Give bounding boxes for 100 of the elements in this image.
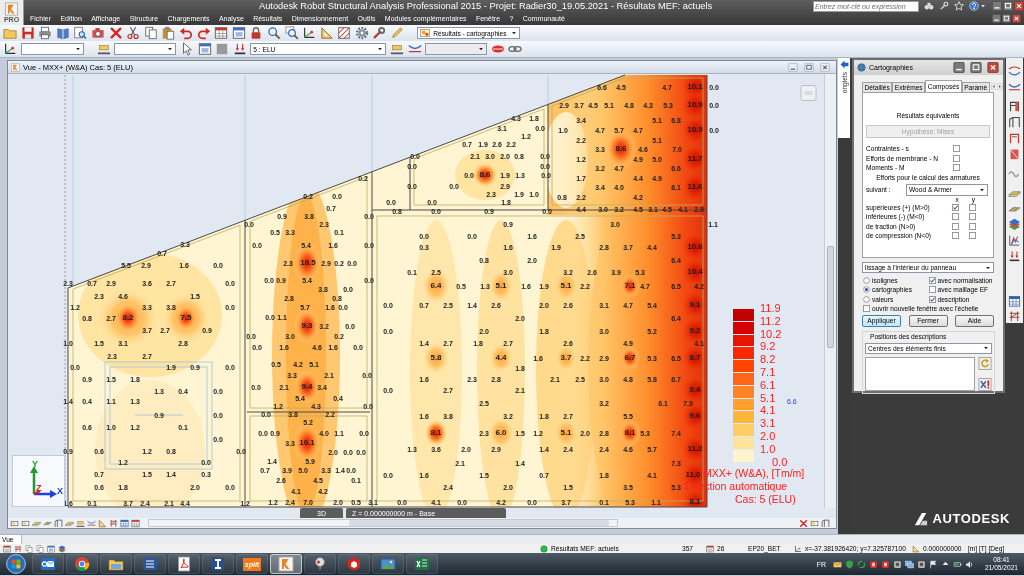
rectangle-icon[interactable] xyxy=(810,518,819,528)
taskbar-button[interactable] xyxy=(202,554,234,574)
taskbar-button[interactable] xyxy=(66,554,98,574)
checkbox[interactable] xyxy=(952,213,959,221)
mail-app-icon[interactable] xyxy=(40,556,56,572)
copy-icon[interactable] xyxy=(36,544,44,553)
copy-icon[interactable] xyxy=(143,26,158,40)
table-icon[interactable] xyxy=(120,518,129,528)
envelope-icon[interactable] xyxy=(833,559,842,569)
caret-icon[interactable] xyxy=(979,186,985,193)
taskbar-button[interactable] xyxy=(338,554,370,574)
save-icon[interactable] xyxy=(20,26,35,40)
app-tile-icon[interactable] xyxy=(881,559,890,569)
taskbar-button[interactable] xyxy=(134,554,166,574)
minimize-icon[interactable] xyxy=(951,62,967,73)
deflected-beam-icon[interactable] xyxy=(1008,65,1021,78)
caret-icon[interactable] xyxy=(478,46,485,52)
globe-icon[interactable] xyxy=(857,63,866,72)
folder-icon[interactable] xyxy=(108,556,124,572)
panel-icon[interactable] xyxy=(1008,147,1021,161)
printer-icon[interactable] xyxy=(38,26,53,40)
table-icon[interactable] xyxy=(214,26,229,40)
camera-icon[interactable] xyxy=(90,26,105,40)
arrow-icon[interactable] xyxy=(839,60,849,69)
radio-button[interactable] xyxy=(863,286,870,294)
taskbar-button[interactable] xyxy=(304,554,336,574)
window-icon[interactable] xyxy=(47,544,55,553)
caret-icon[interactable] xyxy=(511,30,518,36)
triangle-ruler-icon[interactable] xyxy=(319,26,334,40)
document-icon[interactable] xyxy=(142,556,158,572)
maximize-icon[interactable] xyxy=(968,62,984,73)
maximize-icon[interactable] xyxy=(1002,14,1011,23)
key-icon[interactable] xyxy=(372,26,387,40)
close-icon[interactable] xyxy=(1014,1,1024,11)
beam-icon[interactable] xyxy=(76,518,85,528)
caret-icon[interactable] xyxy=(74,46,81,52)
line-chart-icon[interactable] xyxy=(1008,234,1021,247)
dropdown-field[interactable] xyxy=(425,43,488,55)
cross-icon[interactable] xyxy=(108,26,123,40)
layers-icon[interactable] xyxy=(1008,218,1021,232)
beam-icon[interactable] xyxy=(96,42,111,56)
battery-icon[interactable] xyxy=(953,559,962,569)
logo-icon[interactable] xyxy=(914,511,929,526)
cross-icon[interactable] xyxy=(799,518,808,528)
taskbar-button[interactable] xyxy=(168,554,200,574)
shield-icon[interactable] xyxy=(845,559,854,569)
start-icon[interactable] xyxy=(6,554,26,574)
vertical-scrollbar[interactable] xyxy=(824,74,836,508)
contour-map-icon[interactable] xyxy=(420,28,431,38)
checkbox[interactable] xyxy=(952,203,959,211)
checkbox[interactable] xyxy=(928,286,936,294)
redo-icon[interactable] xyxy=(196,26,211,40)
radio-button[interactable] xyxy=(863,295,870,303)
copy-icon[interactable] xyxy=(25,544,33,553)
checkbox[interactable] xyxy=(953,154,960,162)
checkbox[interactable] xyxy=(969,222,976,230)
pin-icon[interactable] xyxy=(312,556,328,572)
window-icon[interactable] xyxy=(231,26,246,40)
checkbox[interactable] xyxy=(953,145,960,153)
app-tile-icon[interactable] xyxy=(869,559,878,569)
gear-icon[interactable] xyxy=(354,26,369,40)
load-arrows-icon[interactable] xyxy=(232,42,247,56)
flag-icon[interactable] xyxy=(929,559,938,569)
caret-icon[interactable] xyxy=(980,3,986,9)
zoom-window-icon[interactable] xyxy=(284,26,299,40)
dropdown-field[interactable] xyxy=(114,43,177,55)
app-logo-icon[interactable] xyxy=(278,556,294,572)
frame-icon[interactable] xyxy=(1008,116,1021,129)
table-icon[interactable] xyxy=(3,544,11,553)
minimize-icon[interactable] xyxy=(992,1,1002,11)
checkbox[interactable] xyxy=(928,276,936,284)
maximize-icon[interactable] xyxy=(1003,1,1013,11)
checkbox[interactable] xyxy=(952,222,959,230)
i-beam-icon[interactable] xyxy=(210,556,226,572)
undo-icon[interactable] xyxy=(178,26,193,40)
magnifier-icon[interactable] xyxy=(266,26,281,40)
checkbox[interactable] xyxy=(863,304,870,312)
frame-icon[interactable] xyxy=(1008,100,1021,114)
paste-icon[interactable] xyxy=(161,26,176,40)
binoculars-icon[interactable] xyxy=(924,1,934,11)
sync-icon[interactable] xyxy=(857,559,866,569)
axes-icon[interactable] xyxy=(3,42,17,56)
checkbox[interactable] xyxy=(969,232,976,240)
minimize-icon[interactable] xyxy=(786,62,800,72)
axes-icon[interactable] xyxy=(302,26,317,40)
browser-icon[interactable] xyxy=(74,556,90,572)
book-icon[interactable] xyxy=(55,26,70,40)
picture-icon[interactable] xyxy=(380,556,396,572)
help-icon[interactable] xyxy=(969,1,979,11)
rectangle-icon[interactable] xyxy=(21,518,30,528)
caret-icon[interactable] xyxy=(167,46,174,52)
grid-icon[interactable] xyxy=(1008,310,1021,324)
speaker-icon[interactable] xyxy=(965,559,974,569)
star-icon[interactable] xyxy=(954,1,964,11)
scissors-icon[interactable] xyxy=(126,26,141,40)
scroll-right-icon[interactable] xyxy=(997,82,1003,90)
layers-icon[interactable] xyxy=(58,544,66,553)
close-icon[interactable] xyxy=(1012,14,1021,23)
taskbar-button[interactable] xyxy=(100,554,132,574)
hatch-icon[interactable] xyxy=(337,26,352,40)
